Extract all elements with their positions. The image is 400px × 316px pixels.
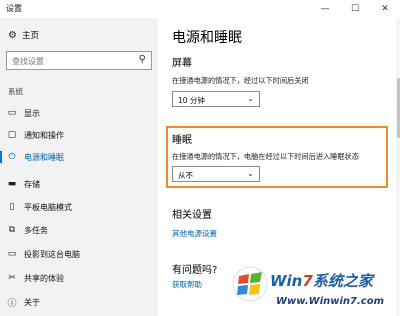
related-settings-heading: 相关设置 <box>172 210 212 221</box>
sidebar-item-label: 共享的体验 <box>24 273 64 283</box>
sleep-heading: 睡眠 <box>172 135 192 146</box>
search-icon[interactable]: ⚲ <box>139 54 146 65</box>
watermark-url: Www.Winwin7.com <box>276 296 385 307</box>
share-icon: ✂ <box>8 273 16 283</box>
get-help-link[interactable]: 获取帮助 <box>172 279 202 290</box>
page-title: 电源和睡眠 <box>172 30 242 46</box>
windows-logo-icon <box>232 266 268 302</box>
additional-power-settings-link[interactable]: 其他电源设置 <box>172 228 217 239</box>
sidebar-item-projecting[interactable]: ▭ 投影到这台电脑 <box>0 243 158 265</box>
screen-description: 在接通电源的情况下，经过以下时间后关闭 <box>172 76 309 85</box>
screen-timeout-value: 10 分钟 <box>178 96 205 105</box>
sidebar-item-display[interactable]: ▭ 显示 <box>0 102 158 124</box>
gear-icon: ⚙ <box>8 29 17 41</box>
maximize-button[interactable]: ☐ <box>340 0 370 18</box>
window-controls: — ☐ ✕ <box>310 0 400 18</box>
display-icon: ▭ <box>7 108 17 118</box>
close-button[interactable]: ✕ <box>370 0 400 18</box>
watermark: Win7系统之家 Www.Winwin7.com <box>232 264 400 316</box>
home-link[interactable]: ⚙ 主页 <box>8 27 39 43</box>
section-label-system: 系统 <box>8 87 23 96</box>
sidebar-item-notifications[interactable]: ▢ 通知和操作 <box>0 124 158 146</box>
sidebar-item-label: 投影到这台电脑 <box>24 249 80 259</box>
sidebar-item-shared-experiences[interactable]: ✂ 共享的体验 <box>0 267 158 289</box>
window-title: 设置 <box>6 4 22 13</box>
help-heading: 有问题吗? <box>172 265 218 276</box>
search-input[interactable]: 查找设置 ⚲ <box>6 51 152 70</box>
project-icon: ▭ <box>7 249 17 259</box>
sidebar-item-multitasking[interactable]: ⧉ 多任务 <box>0 219 158 241</box>
sidebar-item-label: 存储 <box>24 179 40 189</box>
sidebar-item-label: 平板电脑模式 <box>24 202 72 212</box>
screen-heading: 屏幕 <box>172 58 192 69</box>
search-placeholder: 查找设置 <box>12 57 44 66</box>
sleep-timeout-dropdown[interactable]: 从不 ⌄ <box>172 166 260 182</box>
sidebar-item-label: 多任务 <box>24 225 48 235</box>
sidebar-item-label: 通知和操作 <box>24 130 64 140</box>
sidebar-item-label: 电源和睡眠 <box>24 152 64 162</box>
sidebar-item-tablet-mode[interactable]: ▯ 平板电脑模式 <box>0 196 158 218</box>
tablet-icon: ▯ <box>9 202 15 212</box>
sleep-description: 在接通电源的情况下，电脑在经过以下时间后进入睡眠状态 <box>172 152 359 161</box>
title-bar: 设置 — ☐ ✕ <box>0 0 400 18</box>
power-icon: ⏻ <box>8 152 16 162</box>
active-indicator <box>0 151 2 163</box>
sidebar: ⚙ 主页 查找设置 ⚲ 系统 ▭ 显示 ▢ 通知和操作 ⏻ 电源和睡眠 ▬ 存储… <box>0 18 158 316</box>
sleep-timeout-value: 从不 <box>178 171 193 180</box>
chevron-down-icon: ⌄ <box>247 94 254 103</box>
watermark-brand: Win7系统之家 <box>270 272 373 290</box>
screen-timeout-dropdown[interactable]: 10 分钟 ⌄ <box>172 91 260 107</box>
notification-icon: ▢ <box>7 130 17 140</box>
home-label: 主页 <box>22 31 40 41</box>
sidebar-item-label: 显示 <box>24 108 40 118</box>
storage-icon: ▬ <box>7 179 17 189</box>
info-icon: ⓘ <box>7 298 17 309</box>
chevron-down-icon: ⌄ <box>247 169 254 178</box>
sidebar-item-power-sleep[interactable]: ⏻ 电源和睡眠 <box>0 146 158 168</box>
minimize-button[interactable]: — <box>310 0 340 18</box>
sidebar-item-label: 关于 <box>24 297 40 307</box>
multitask-icon: ⧉ <box>8 225 16 235</box>
sidebar-item-about[interactable]: ⓘ 关于 <box>0 291 158 313</box>
sidebar-item-storage[interactable]: ▬ 存储 <box>0 173 158 195</box>
